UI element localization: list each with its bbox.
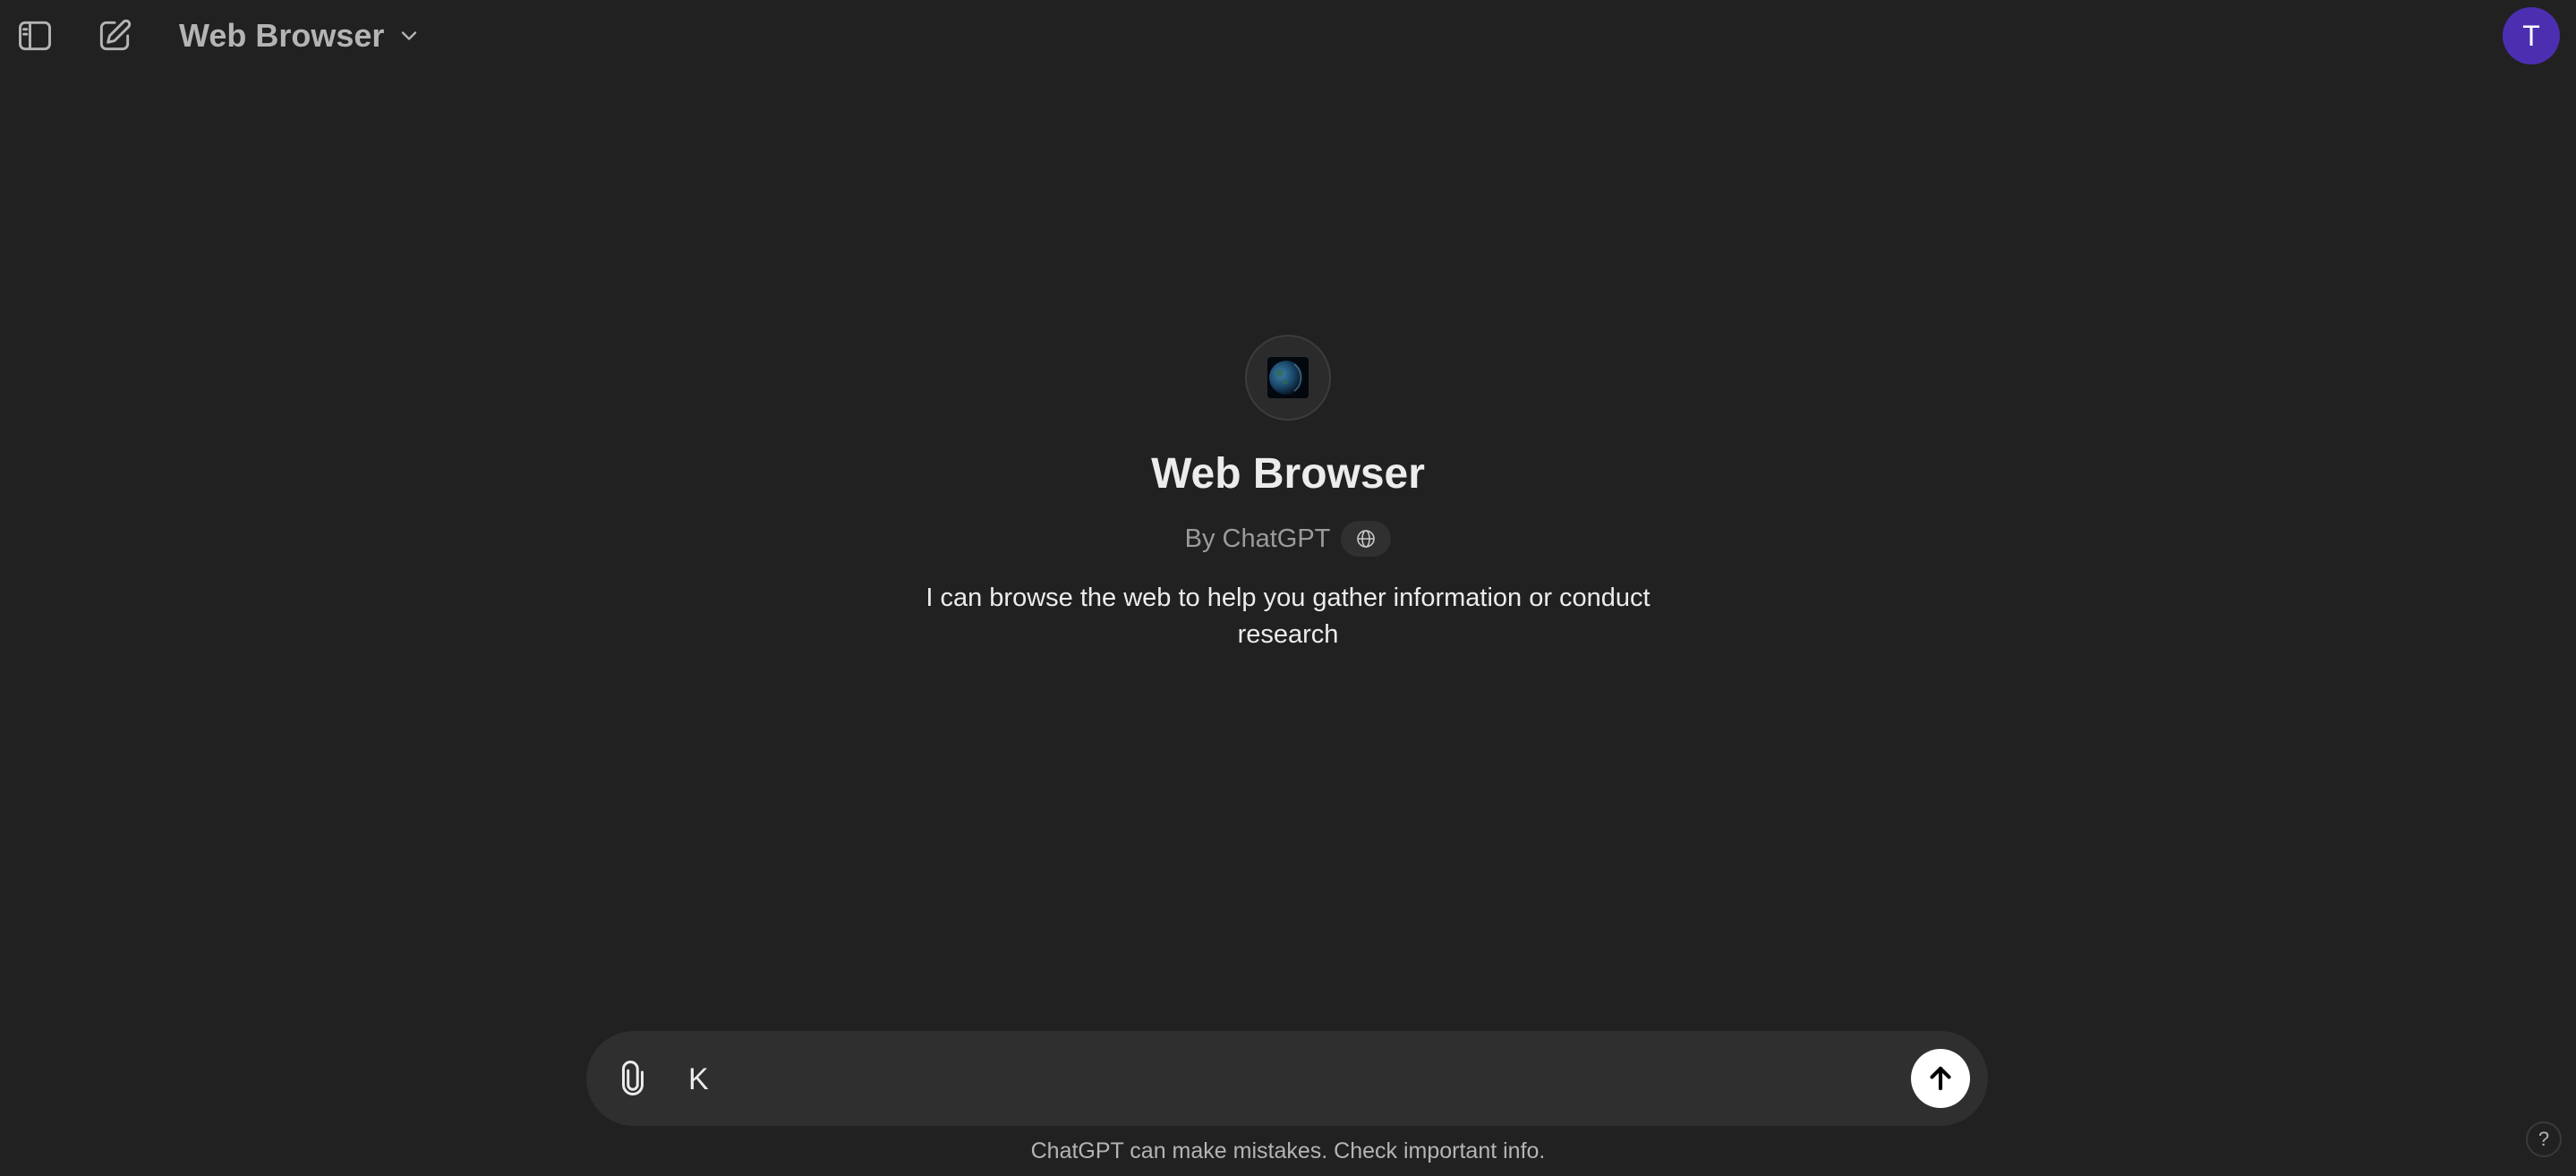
gpt-intro: Web Browser By ChatGPT I can browse the … — [0, 335, 2576, 653]
gpt-title: Web Browser — [1151, 450, 1425, 498]
byline-text: By ChatGPT — [1184, 524, 1331, 553]
new-chat-icon — [99, 19, 132, 51]
top-header: Web Browser T — [0, 0, 2576, 72]
user-avatar[interactable]: T — [2503, 7, 2560, 64]
attach-button[interactable] — [611, 1057, 654, 1100]
disclaimer-text: ChatGPT can make mistakes. Check importa… — [1030, 1138, 1546, 1163]
globe-icon — [1357, 530, 1376, 548]
help-button[interactable]: ? — [2526, 1121, 2562, 1157]
help-label: ? — [2538, 1128, 2550, 1150]
chat-page: Web Browser T Web Browser By ChatGPT I c… — [0, 0, 2576, 1176]
earth-icon — [1267, 357, 1309, 398]
arrow-up-icon — [1930, 1066, 1951, 1091]
sidebar-toggle-button[interactable] — [13, 14, 56, 57]
gpt-byline: By ChatGPT — [1185, 521, 1392, 557]
model-name: Web Browser — [179, 17, 385, 54]
capability-badge — [1341, 521, 1392, 557]
avatar-initial: T — [2522, 19, 2540, 52]
paperclip-icon — [622, 1061, 644, 1095]
prompt-input[interactable] — [687, 1052, 1836, 1106]
chevron-down-icon — [402, 31, 417, 40]
sidebar-toggle-icon — [19, 21, 51, 51]
message-composer — [586, 1031, 1988, 1126]
model-selector[interactable]: Web Browser — [170, 13, 431, 59]
new-chat-button[interactable] — [93, 14, 136, 57]
send-button[interactable] — [1911, 1049, 1970, 1108]
gpt-description: I can browse the web to help you gather … — [925, 584, 1651, 649]
gpt-logo — [1245, 335, 1331, 421]
